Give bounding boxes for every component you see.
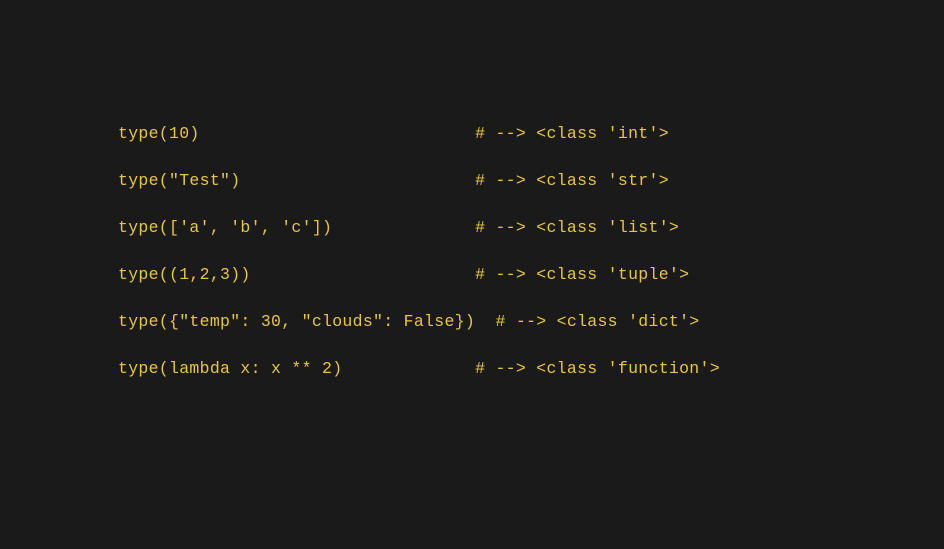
code-line: type(10) # --> <class 'int'> bbox=[118, 124, 944, 143]
code-line: type("Test") # --> <class 'str'> bbox=[118, 171, 944, 190]
code-line: type({"temp": 30, "clouds": False}) # --… bbox=[118, 312, 944, 331]
code-comment: # --> <class 'list'> bbox=[475, 218, 679, 237]
code-line: type(['a', 'b', 'c']) # --> <class 'list… bbox=[118, 218, 944, 237]
code-expression: type(lambda x: x ** 2) bbox=[118, 359, 475, 378]
code-expression: type({"temp": 30, "clouds": False}) bbox=[118, 312, 495, 331]
code-comment: # --> <class 'str'> bbox=[475, 171, 669, 190]
code-expression: type(['a', 'b', 'c']) bbox=[118, 218, 475, 237]
code-expression: type(10) bbox=[118, 124, 475, 143]
code-comment: # --> <class 'function'> bbox=[475, 359, 720, 378]
code-expression: type("Test") bbox=[118, 171, 475, 190]
code-line: type((1,2,3)) # --> <class 'tuple'> bbox=[118, 265, 944, 284]
code-line: type(lambda x: x ** 2) # --> <class 'fun… bbox=[118, 359, 944, 378]
code-comment: # --> <class 'tuple'> bbox=[475, 265, 689, 284]
code-comment: # --> <class 'int'> bbox=[475, 124, 669, 143]
code-expression: type((1,2,3)) bbox=[118, 265, 475, 284]
code-block: type(10) # --> <class 'int'> type("Test"… bbox=[118, 124, 944, 378]
code-comment: # --> <class 'dict'> bbox=[495, 312, 699, 331]
